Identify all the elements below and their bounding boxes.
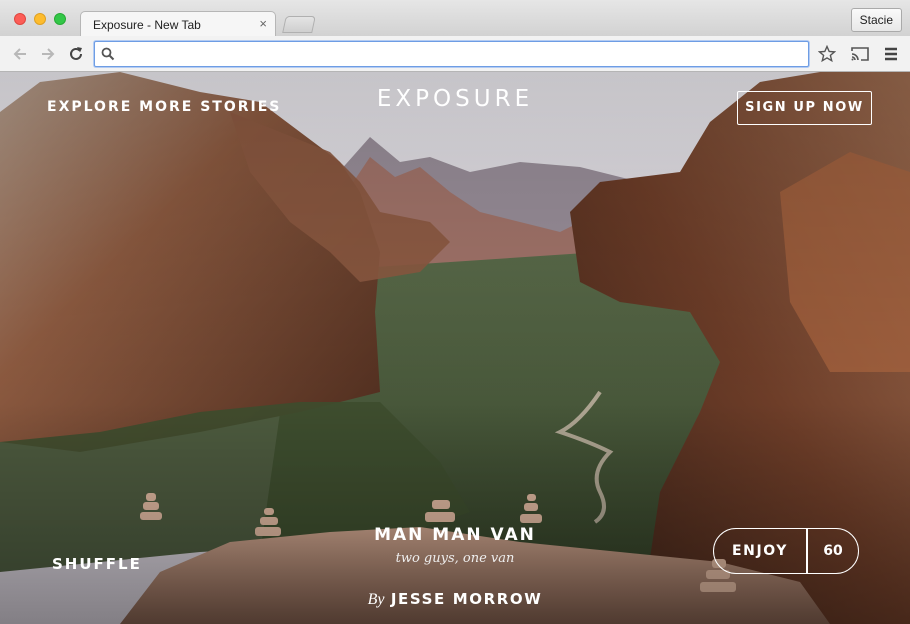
forward-arrow-icon[interactable] [38, 44, 58, 64]
enjoy-label: ENJOY [731, 543, 789, 559]
address-input[interactable] [121, 45, 801, 63]
enjoy-button[interactable]: ENJOY 60 [713, 528, 859, 574]
browser-toolbar [0, 36, 910, 72]
reload-icon[interactable] [66, 44, 86, 64]
cast-icon[interactable] [850, 45, 870, 68]
tab-strip: Exposure - New Tab × Stacie [0, 0, 910, 37]
back-arrow-icon[interactable] [10, 44, 30, 64]
new-tab-button[interactable] [282, 16, 316, 33]
zoom-window-button[interactable] [54, 13, 66, 25]
browser-window: Exposure - New Tab × Stacie EXPLORE MORE… [0, 0, 910, 624]
tab-title: Exposure - New Tab [93, 18, 201, 32]
close-window-button[interactable] [14, 13, 26, 25]
address-bar[interactable] [94, 41, 809, 67]
tab-active[interactable]: Exposure - New Tab × [80, 11, 276, 37]
search-icon [101, 47, 115, 66]
exposure-new-tab-page: EXPLORE MORE STORIES EXPOSURE SIGN UP NO… [0, 72, 910, 624]
byline-prefix: By [367, 591, 385, 608]
page-overlay: EXPLORE MORE STORIES EXPOSURE SIGN UP NO… [0, 72, 910, 624]
author-link[interactable]: JESSE MORROW [391, 590, 543, 608]
tab-close-icon[interactable]: × [259, 17, 267, 31]
story-byline: By JESSE MORROW [0, 590, 910, 609]
sign-up-button[interactable]: SIGN UP NOW [737, 91, 872, 125]
star-icon[interactable] [817, 44, 837, 68]
minimize-window-button[interactable] [34, 13, 46, 25]
menu-icon[interactable] [883, 45, 899, 68]
enjoy-count: 60 [823, 543, 843, 559]
profile-button[interactable]: Stacie [850, 8, 902, 32]
